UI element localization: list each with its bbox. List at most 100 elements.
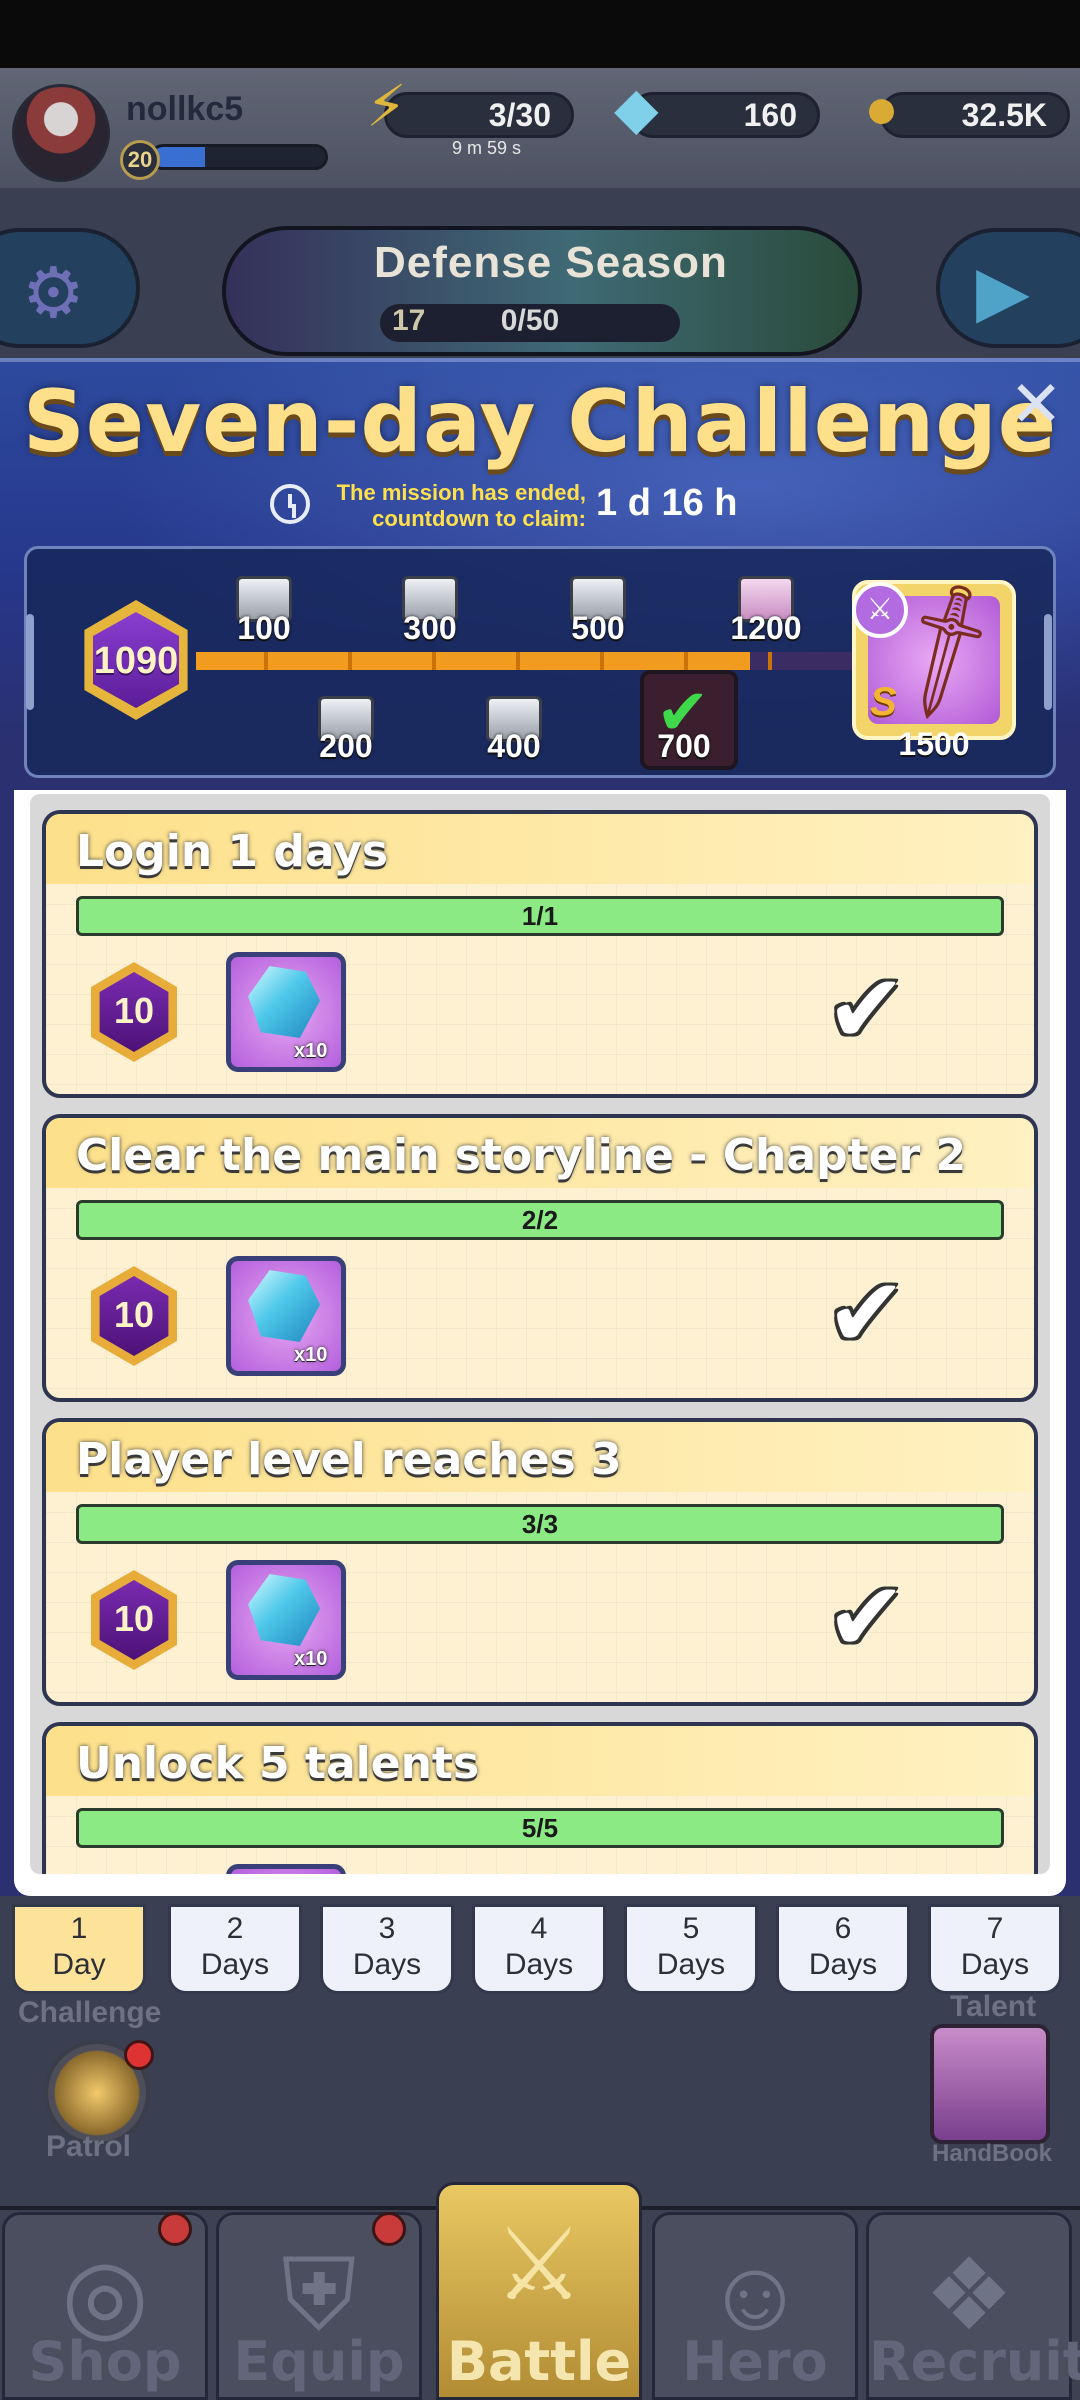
notice-line-2: countdown to claim: [372, 506, 586, 531]
task-card: Clear the main storyline - Chapter 2 2/2… [42, 1114, 1038, 1402]
tab-number: 7 [986, 1912, 1004, 1945]
tab-unit: Days [352, 1948, 422, 1981]
coin-icon: ● [864, 76, 900, 141]
username: nollkc5 [126, 90, 244, 128]
energy-counter[interactable]: 3/30 [384, 92, 574, 138]
task-title: Login 1 days [76, 826, 389, 877]
milestone-label: 700 [657, 728, 711, 764]
nav-label: Shop [28, 2330, 182, 2393]
task-title: Player level reaches 3 [76, 1434, 622, 1485]
milestone-track-fill [196, 652, 750, 670]
avatar[interactable] [12, 84, 110, 182]
tab-unit: Days [960, 1948, 1030, 1981]
crossed-swords-icon: ⚔ [494, 2209, 584, 2321]
track-tick [684, 652, 688, 670]
clock-icon [270, 484, 310, 524]
player-level: 20 [120, 140, 160, 180]
points-value: 1090 [93, 640, 179, 682]
tab-day-1[interactable]: 1 Day [12, 1904, 146, 1994]
tv-icon: ▶ [976, 252, 1030, 330]
task-progress-bar: 2/2 [76, 1200, 1004, 1240]
task-card: Unlock 5 talents 5/5 10 x10 ✔ [42, 1722, 1038, 1874]
tab-unit: Days [504, 1948, 574, 1981]
task-progress-bar: 1/1 [76, 896, 1004, 936]
nav-hero[interactable]: ☺ Hero [652, 2212, 858, 2400]
milestone-label: 300 [403, 610, 457, 646]
notification-dot [372, 2212, 406, 2246]
talent-label: Talent [950, 1990, 1037, 2023]
tab-number: 1 [70, 1912, 88, 1945]
settings-button[interactable]: ⚙ [0, 228, 140, 348]
task-card: Player level reaches 3 3/3 10 x10 ✔ [42, 1418, 1038, 1706]
tab-day-6[interactable]: 6 Days [776, 1904, 910, 1994]
tab-day-2[interactable]: 2 Days [168, 1904, 302, 1994]
track-tick [432, 652, 436, 670]
gold-counter[interactable]: 32.5K [880, 92, 1070, 138]
close-icon: ✕ [1009, 368, 1063, 440]
milestone-label: 200 [319, 728, 373, 764]
handbook-label: HandBook [932, 2140, 1052, 2167]
notification-dot [158, 2212, 192, 2246]
xp-bar [150, 144, 328, 170]
task-list[interactable]: Login 1 days 1/1 10 x10 ✔ Clear the main… [30, 794, 1050, 1874]
task-progress-bar: 5/5 [76, 1808, 1004, 1848]
task-title: Unlock 5 talents [76, 1738, 480, 1789]
tab-unit: Day [52, 1948, 106, 1981]
handbook-button[interactable] [930, 2024, 1050, 2144]
patrol-label: Patrol [46, 2130, 132, 2163]
claim-countdown: 1 d 16 h [596, 482, 738, 524]
task-title: Clear the main storyline - Chapter 2 [76, 1130, 967, 1181]
notice-line-1: The mission has ended, [336, 480, 586, 505]
challenge-label: Challenge [18, 1996, 162, 2029]
tab-day-3[interactable]: 3 Days [320, 1904, 454, 1994]
tab-unit: Days [808, 1948, 878, 1981]
final-reward-label: 1500 [898, 726, 970, 762]
nav-recruit[interactable]: ❖ Recruit [866, 2212, 1080, 2400]
nav-label: Hero [682, 2330, 828, 2393]
milestone-label: 1200 [730, 610, 802, 646]
task-progress-text: 2/2 [521, 1205, 559, 1235]
reward-quantity: x10 [294, 1344, 328, 1366]
completed-check-icon: ✔ [826, 956, 907, 1063]
tab-day-5[interactable]: 5 Days [624, 1904, 758, 1994]
tab-unit: Days [656, 1948, 726, 1981]
video-button[interactable]: ▶ [936, 228, 1080, 348]
task-progress-bar: 3/3 [76, 1504, 1004, 1544]
tab-unit: Days [200, 1948, 270, 1981]
scroll-left-handle [26, 614, 34, 710]
track-tick [264, 652, 268, 670]
nav-battle[interactable]: ⚔ Battle [436, 2182, 642, 2400]
rank-badge: S [870, 680, 897, 724]
points-reward-value: 10 [113, 990, 155, 1031]
task-progress-text: 1/1 [521, 901, 559, 931]
tab-number: 4 [530, 1912, 548, 1945]
nav-label: Battle [446, 2330, 632, 2393]
completed-check-icon: ✔ [826, 1260, 907, 1367]
tab-number: 3 [378, 1912, 396, 1945]
task-progress-text: 5/5 [521, 1813, 559, 1843]
tab-number: 5 [682, 1912, 700, 1945]
gear-icon: ⚙ [22, 254, 85, 332]
task-progress-text: 3/3 [521, 1509, 559, 1539]
reward-item[interactable] [226, 1864, 346, 1874]
season-title: Defense Season [374, 238, 728, 287]
milestone-label: 100 [237, 610, 291, 646]
track-tick [768, 652, 772, 670]
close-button[interactable]: ✕ [1006, 372, 1066, 436]
weapon-type-icon: ⚔ [852, 582, 908, 638]
milestone-label: 400 [487, 728, 541, 764]
gem-value: 160 [743, 96, 797, 133]
tab-day-7[interactable]: 7 Days [928, 1904, 1062, 1994]
nav-label: Recruit [869, 2330, 1080, 2393]
status-bar [0, 0, 1080, 68]
points-reward-value: 10 [113, 1294, 155, 1335]
reward-quantity: x10 [294, 1648, 328, 1670]
tab-day-4[interactable]: 4 Days [472, 1904, 606, 1994]
task-card: Login 1 days 1/1 10 x10 ✔ [42, 810, 1038, 1098]
dialog-title: Seven-day Challenge [22, 372, 1058, 472]
lightning-icon: ⚡ [366, 74, 407, 139]
xp-bar-fill [153, 147, 205, 167]
mission-ended-notice: The mission has ended, countdown to clai… [322, 480, 586, 532]
energy-value: 3/30 [488, 96, 551, 133]
track-tick [348, 652, 352, 670]
